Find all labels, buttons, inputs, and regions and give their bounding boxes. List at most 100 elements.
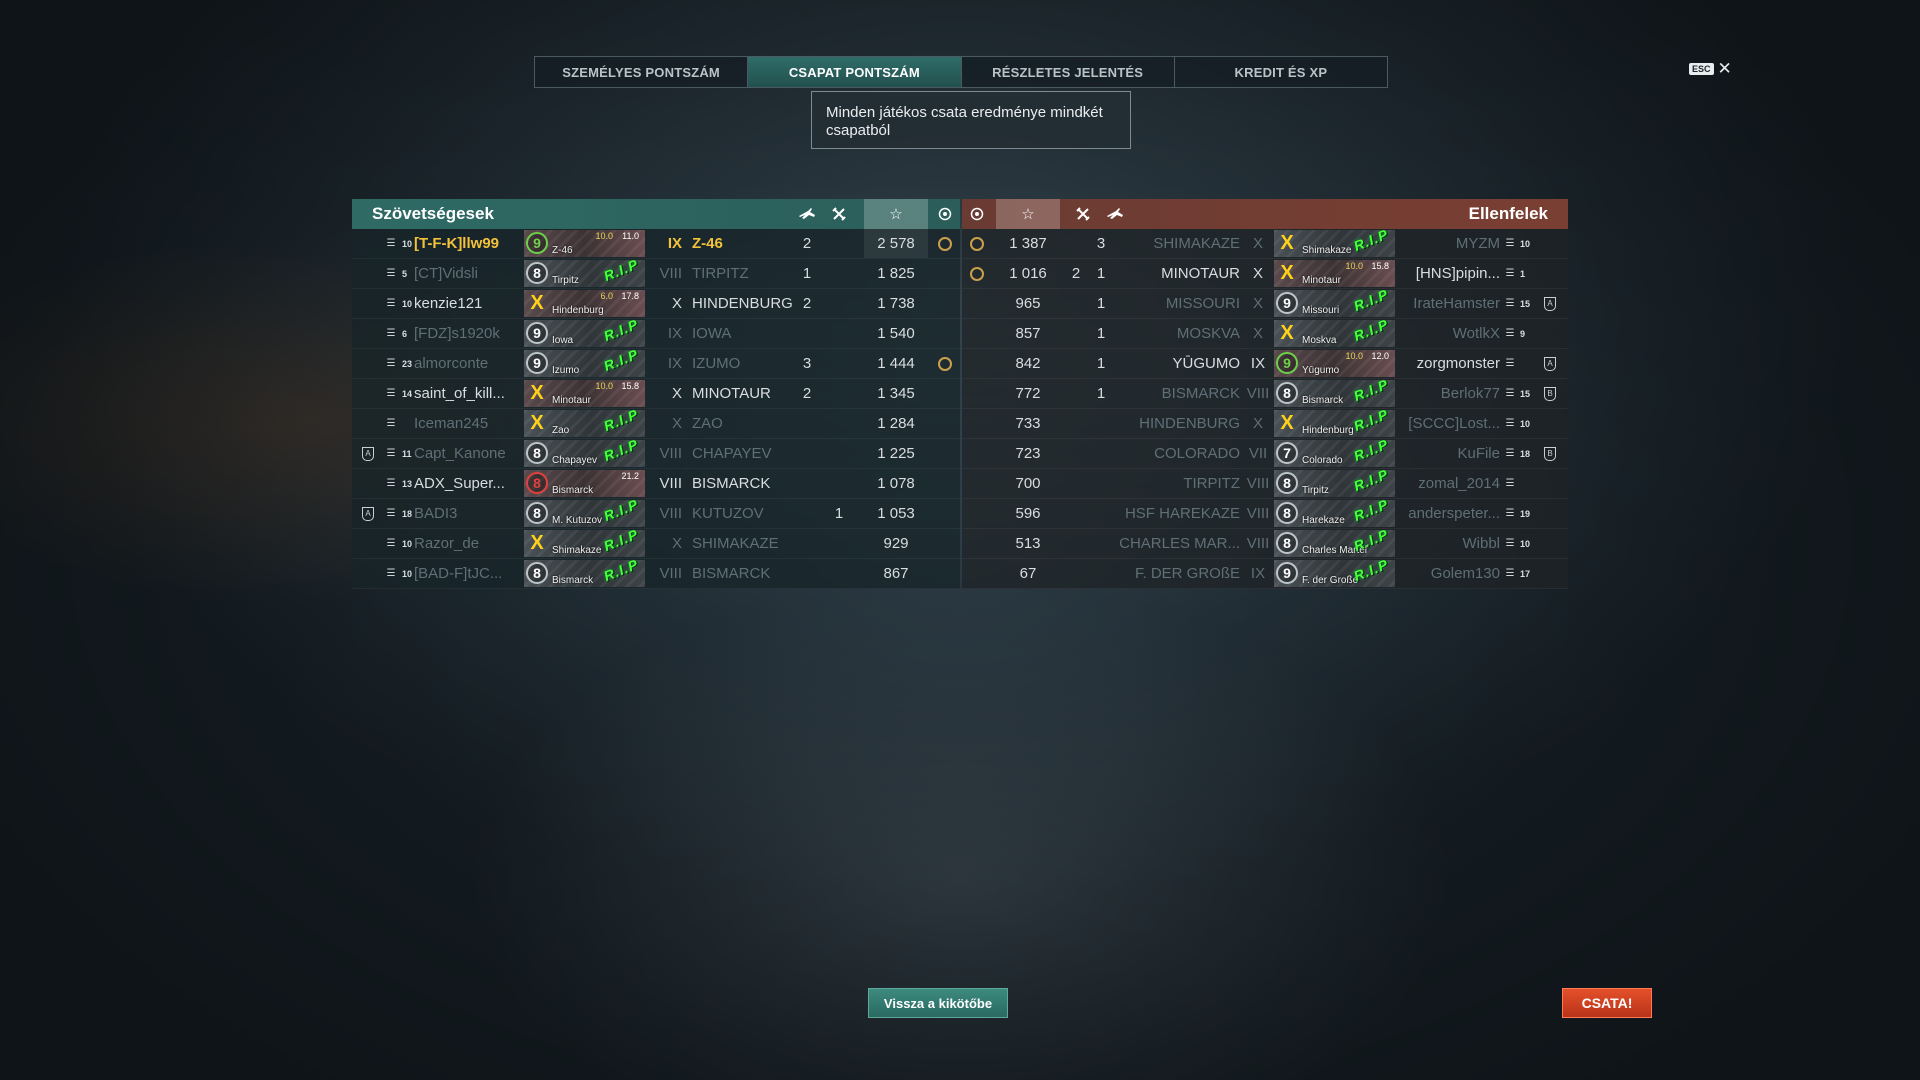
star-icon[interactable]: ☆ — [996, 199, 1060, 229]
battle-button[interactable]: CSATA! — [1562, 988, 1652, 1018]
tab-team-score[interactable]: CSAPAT PONTSZÁM — [748, 57, 962, 87]
planes-shot-down — [792, 469, 822, 498]
ship-tier-badge-icon: 8 — [1276, 382, 1298, 404]
player-name: WotlkX — [1452, 325, 1500, 342]
score: 842 — [1015, 355, 1041, 372]
tab-detailed-report[interactable]: RÉSZLETES JELENTÉS — [962, 57, 1175, 87]
table-row[interactable]: ☰ 10 [T-F-K]llw99 9 Z-46 11.0 10.0 IX Z-46 2 2 578 — [352, 229, 960, 259]
planes-shot-down: 1 — [802, 265, 812, 282]
table-row[interactable]: 596 HSF HAREKAZE VIII 8 Harekaze R.I.P andersp… — [962, 499, 1568, 529]
ship-kill-icon[interactable] — [822, 199, 856, 229]
ship-tier-badge-icon: 8 — [1276, 532, 1298, 554]
plane-icon[interactable] — [792, 199, 822, 229]
rank-icon: ☰ — [386, 478, 396, 489]
division-shield-icon: A — [1544, 289, 1558, 318]
medal-icon[interactable] — [962, 199, 992, 229]
ships-destroyed — [1066, 409, 1086, 438]
ship-short-name: Shimakaze — [1302, 245, 1352, 256]
shield-icon: B — [1544, 446, 1556, 461]
table-row[interactable]: ☰ 10 kenzie121 X Hindenburg 17.8 6.0 X HINDENBUR… — [352, 289, 960, 319]
planes-shot-down: 2 — [802, 385, 812, 402]
ship-tier-badge-icon: X — [530, 291, 544, 314]
rank-icon: ☰ — [1505, 268, 1515, 279]
table-row[interactable]: ☰ 10 [BAD-F]tJC... 8 Bismarck R.I.P VIII BISMAR… — [352, 559, 960, 589]
rank-icon: ☰ — [386, 568, 396, 579]
division-shield-icon: B — [1544, 379, 1558, 408]
table-row[interactable]: 857 1 MOSKVA X X Moskva R.I.P WotlkX ☰ 9 — [962, 319, 1568, 349]
ship-stat-secondary: 10.0 — [595, 381, 613, 391]
table-row[interactable]: ☰ Iceman245 X Zao R.I.P X ZAO 1 284 — [352, 409, 960, 439]
table-row[interactable]: 1 387 3 SHIMAKAZE X X Shimakaze R.I.P MYZM ☰ 10 — [962, 229, 1568, 259]
planes-shot-down — [1086, 559, 1116, 588]
ships-destroyed — [822, 469, 856, 498]
medal-icon — [938, 236, 952, 251]
medal-icon[interactable] — [930, 199, 960, 229]
table-row[interactable]: 67 F. DER GROßE IX 9 F. der Große R.I.P Golem1… — [962, 559, 1568, 589]
ship-tier-badge-icon: X — [530, 531, 544, 554]
division-shield-icon: A — [362, 499, 376, 528]
ships-destroyed — [1066, 529, 1086, 558]
table-row[interactable]: ☰ 10 Razor_de X Shimakaze R.I.P X SHIMAKAZE 929 — [352, 529, 960, 559]
table-row[interactable]: 733 HINDENBURG X X Hindenburg R.I.P [SCCC]Lost… — [962, 409, 1568, 439]
ship-tier-badge-icon: X — [1280, 231, 1294, 254]
tab-personal-score[interactable]: SZEMÉLYES PONTSZÁM — [535, 57, 749, 87]
table-row[interactable]: 700 TIRPITZ VIII 8 Tirpitz R.I.P zomal_2014 ☰ — [962, 469, 1568, 499]
rank-icon: ☰ — [386, 388, 396, 399]
ships-destroyed — [822, 439, 856, 468]
player-name: almorconte — [414, 355, 489, 372]
player-name: [BAD-F]tJC... — [414, 565, 503, 582]
ship-tier: VIII — [1246, 535, 1270, 552]
ship-tier-badge-icon: 7 — [1276, 442, 1298, 464]
table-row[interactable]: ☰ 14 saint_of_kill... X Minotaur 15.8 10.0 X MIN… — [352, 379, 960, 409]
plane-icon[interactable] — [1100, 199, 1130, 229]
result-tabs: SZEMÉLYES PONTSZÁM CSAPAT PONTSZÁM RÉSZL… — [534, 56, 1388, 88]
table-row[interactable]: ☰ 13 ADX_Super... 8 Bismarck 21.2 VIII BISMARCK… — [352, 469, 960, 499]
score: 723 — [1015, 445, 1041, 462]
ship-short-name: Bismarck — [552, 575, 594, 586]
ships-destroyed — [1066, 319, 1086, 348]
ship-name: IZUMO — [692, 355, 741, 372]
ship-stat: 12.0 — [1371, 351, 1389, 361]
ships-destroyed: 2 — [1071, 265, 1081, 282]
ship-tier-badge-icon: 8 — [526, 472, 548, 494]
ship-tier: IX — [667, 235, 682, 252]
division-shield-icon: A — [1544, 349, 1558, 378]
ship-tier-badge-icon: 9 — [1276, 292, 1298, 314]
player-name: zomal_2014 — [1418, 475, 1500, 492]
ship-name: F. DER GROßE — [1134, 565, 1240, 582]
table-row[interactable]: 513 CHARLES MAR... VIII 8 Charles Martel R.I.… — [962, 529, 1568, 559]
ships-destroyed — [822, 259, 856, 288]
ship-tier-badge-icon: 9 — [526, 322, 548, 344]
score: 1 345 — [877, 385, 915, 402]
ship-tier-badge-icon: 9 — [1276, 562, 1298, 584]
table-row[interactable]: 723 COLORADO VII 7 Colorado R.I.P KuFile ☰ 18 B — [962, 439, 1568, 469]
ship-short-name: Tirpitz — [1302, 485, 1329, 496]
table-row[interactable]: A ☰ 18 BADI3 8 M. Kutuzov R.I.P VIII KUTUZOV 1 1 0… — [352, 499, 960, 529]
table-row[interactable]: 842 1 YŪGUMO IX 9 Yūgumo 12.0 10.0 zorgmonster ☰ A — [962, 349, 1568, 379]
score: 1 284 — [877, 415, 915, 432]
close-button[interactable]: ESC ✕ — [1689, 60, 1732, 77]
ship-image: 9 Z-46 11.0 10.0 — [524, 230, 645, 257]
table-row[interactable]: 965 1 MISSOURI X 9 Missouri R.I.P IrateHamster ☰… — [962, 289, 1568, 319]
star-icon[interactable]: ☆ — [864, 199, 928, 229]
ship-image: 7 Colorado R.I.P — [1274, 440, 1395, 467]
table-row[interactable]: 772 1 BISMARCK VIII 8 Bismarck R.I.P Berlok77 ☰ 1… — [962, 379, 1568, 409]
ship-tier: VIII — [659, 505, 682, 522]
ship-short-name: Yūgumo — [1302, 365, 1340, 376]
planes-shot-down — [792, 319, 822, 348]
ship-tier-badge-icon: 8 — [526, 502, 548, 524]
rank-icon: ☰ — [1505, 358, 1515, 369]
ships-destroyed — [1066, 499, 1086, 528]
table-row[interactable]: ☰ 5 [CT]Vidsli 8 Tirpitz R.I.P VIII TIRPITZ 1 1 8… — [352, 259, 960, 289]
table-row[interactable]: ☰ 6 [FDZ]s1920k 9 Iowa R.I.P IX IOWA 1 540 — [352, 319, 960, 349]
tab-credits-xp[interactable]: KREDIT ÉS XP — [1175, 57, 1387, 87]
ship-tier-badge-icon: 8 — [526, 442, 548, 464]
score: 513 — [1015, 535, 1041, 552]
table-row[interactable]: 1 016 2 1 MINOTAUR X X Minotaur 15.8 10.0 [HNS]pi… — [962, 259, 1568, 289]
ship-kill-icon[interactable] — [1066, 199, 1100, 229]
table-row[interactable]: A ☰ 11 Capt_Kanone 8 Chapayev R.I.P VIII CHAPAYE… — [352, 439, 960, 469]
back-to-port-button[interactable]: Vissza a kikötőbe — [868, 988, 1008, 1018]
rank-icon: ☰ — [1505, 298, 1515, 309]
rank-icon: ☰ — [386, 238, 396, 249]
table-row[interactable]: ☰ 23 almorconte 9 Izumo R.I.P IX IZUMO 3 1 444 — [352, 349, 960, 379]
